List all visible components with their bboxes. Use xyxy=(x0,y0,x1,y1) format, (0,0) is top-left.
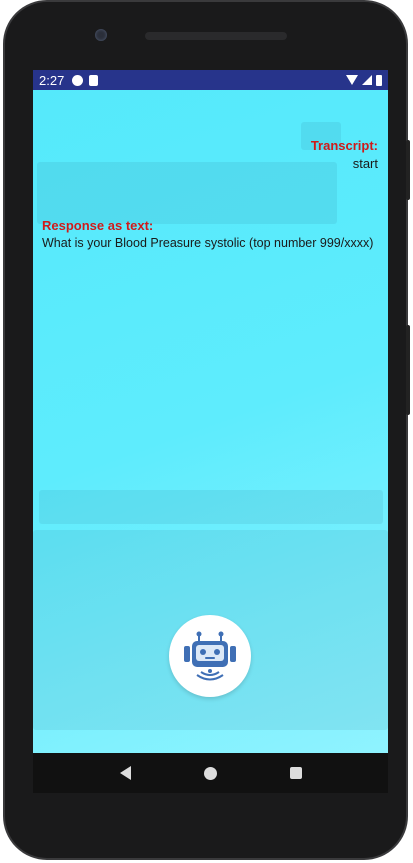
sim-notification-icon xyxy=(89,74,99,86)
battery-icon xyxy=(376,74,382,86)
robot-headset-icon xyxy=(184,631,236,681)
back-icon[interactable] xyxy=(119,766,131,780)
ghost-element xyxy=(37,162,337,224)
transcript-label: Transcript: xyxy=(310,138,378,153)
volume-button xyxy=(406,325,410,415)
device-screen: 2:27 Transcript: start Response as text:… xyxy=(33,70,388,793)
front-camera xyxy=(95,29,107,41)
transcript-text: start xyxy=(352,156,378,171)
signal-icon xyxy=(362,75,372,85)
system-nav-bar xyxy=(33,753,388,793)
response-text: What is your Blood Preasure systolic (to… xyxy=(42,236,374,250)
ghost-element xyxy=(39,490,383,524)
status-time: 2:27 xyxy=(39,72,65,88)
app-content: Transcript: start Response as text: What… xyxy=(33,90,388,753)
wifi-icon xyxy=(346,75,358,85)
voice-assistant-button[interactable] xyxy=(169,615,251,697)
notification-icon xyxy=(72,74,84,86)
power-button xyxy=(406,140,410,200)
earpiece-speaker xyxy=(145,32,287,40)
status-bar: 2:27 xyxy=(33,70,388,90)
home-icon[interactable] xyxy=(203,766,217,780)
recent-apps-icon[interactable] xyxy=(289,767,302,779)
response-label: Response as text: xyxy=(42,218,154,233)
